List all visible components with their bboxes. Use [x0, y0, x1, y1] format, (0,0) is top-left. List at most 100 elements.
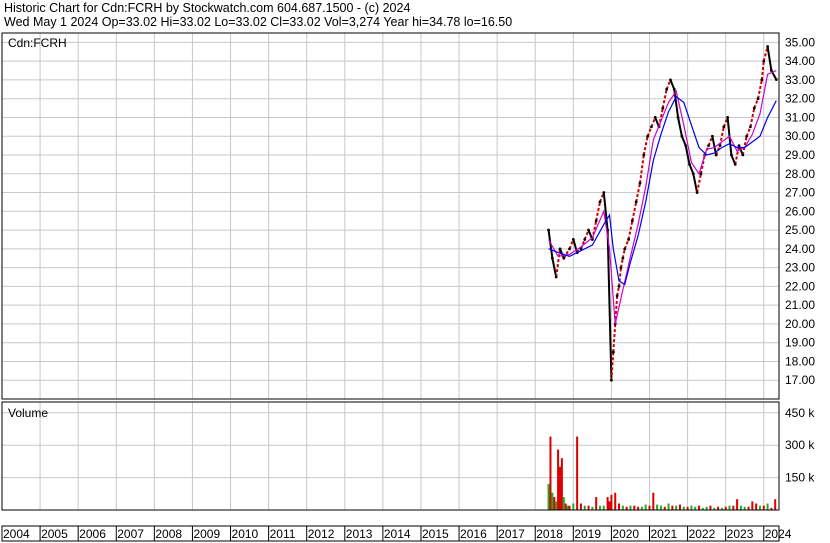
price-point	[571, 238, 575, 241]
volume-bar	[762, 505, 765, 510]
volume-bar	[774, 499, 777, 510]
price-tick-label: 28.00	[785, 167, 815, 181]
price-point	[680, 134, 684, 138]
price-tick-label: 21.00	[785, 298, 815, 312]
volume-axis-ticks: 150 k 300 k 450 k	[785, 406, 815, 485]
price-tick-label: 17.00	[785, 373, 815, 387]
volume-panel-label: Volume	[8, 406, 48, 420]
price-point	[760, 78, 764, 82]
moving-average-long	[548, 95, 777, 286]
volume-bar	[557, 449, 560, 510]
volume-bar	[614, 492, 617, 510]
volume-bar	[606, 497, 609, 510]
price-point	[650, 125, 653, 129]
price-point	[752, 106, 756, 110]
price-point	[610, 378, 613, 382]
volume-tick-label: 150 k	[785, 471, 815, 485]
volume-bar	[551, 492, 554, 510]
price-point	[547, 228, 550, 232]
volume-bars-group	[547, 436, 777, 510]
volume-bar	[667, 503, 670, 510]
price-point	[587, 228, 590, 232]
price-segment	[753, 98, 759, 109]
volume-bar	[549, 436, 552, 510]
price-point	[737, 144, 741, 148]
price-point	[621, 256, 625, 260]
year-tick-label: 2021	[651, 527, 678, 541]
price-tick-label: 22.00	[785, 279, 815, 293]
volume-bar	[595, 497, 598, 510]
year-tick-label: 2009	[193, 527, 220, 541]
volume-bar	[633, 505, 636, 510]
price-point	[749, 125, 752, 129]
volume-bar	[690, 505, 693, 510]
volume-tick-label: 300 k	[785, 438, 815, 452]
volume-bar	[648, 505, 651, 510]
volume-bar	[709, 505, 712, 510]
year-tick-label: 2007	[117, 527, 144, 541]
volume-bar	[678, 504, 681, 510]
price-point	[733, 162, 737, 166]
volume-bar	[553, 497, 556, 510]
volume-bar	[560, 458, 563, 510]
volume-bar	[568, 505, 571, 510]
volume-bar	[758, 505, 761, 510]
volume-bar	[598, 505, 601, 510]
year-tick-label: 2016	[460, 527, 487, 541]
price-point	[568, 247, 571, 251]
price-tick-label: 24.00	[785, 242, 815, 256]
price-tick-label: 19.00	[785, 336, 815, 350]
year-tick-label: 2023	[727, 527, 754, 541]
price-point	[661, 106, 665, 110]
volume-bar	[566, 505, 569, 510]
volume-bar	[572, 503, 575, 510]
volume-bar	[728, 505, 731, 510]
price-segment	[766, 46, 773, 71]
price-segment	[638, 154, 645, 184]
price-point	[594, 219, 598, 223]
price-point	[745, 134, 749, 138]
volume-bar	[656, 504, 659, 510]
price-point	[710, 134, 714, 138]
price-tick-label: 18.00	[785, 354, 815, 368]
price-segment	[677, 117, 683, 137]
price-point	[766, 45, 769, 48]
volume-bar	[558, 466, 561, 510]
price-tick-label: 35.00	[785, 35, 815, 49]
price-point	[623, 247, 627, 251]
volume-bar	[576, 436, 579, 510]
price-point	[598, 200, 602, 204]
price-tick-label: 20.00	[785, 317, 815, 331]
price-point	[769, 69, 773, 72]
year-tick-label: 2022	[689, 527, 716, 541]
volume-bar	[618, 503, 621, 510]
year-tick-label: 2011	[270, 527, 296, 541]
price-point	[714, 153, 718, 157]
price-point	[611, 350, 615, 354]
price-point	[691, 172, 695, 176]
year-tick-label: 2014	[384, 527, 411, 541]
price-segment	[583, 229, 590, 240]
year-tick-label: 2008	[155, 527, 182, 541]
volume-bar	[562, 497, 565, 510]
volume-bar	[751, 501, 754, 510]
price-segment	[665, 79, 672, 90]
price-point	[554, 275, 558, 279]
volume-bar	[644, 504, 647, 510]
year-tick-label: 2015	[422, 527, 449, 541]
volume-bar	[555, 501, 558, 510]
year-tick-label: 2012	[308, 527, 335, 541]
price-point	[583, 238, 587, 241]
price-point	[558, 247, 562, 251]
year-tick-label: 2018	[536, 527, 563, 541]
year-tick-label: 2019	[574, 527, 601, 541]
year-tick-label: 2010	[232, 527, 259, 541]
volume-bar	[671, 505, 674, 510]
volume-bar	[547, 484, 550, 510]
price-point	[672, 87, 676, 91]
volume-bar	[608, 501, 611, 510]
year-axis-ticks: 2004 2005 2006 2007 2008 2009 2010 2011 2012 2013…	[1, 526, 792, 541]
price-point	[638, 181, 642, 185]
volume-bar	[698, 505, 701, 510]
price-point	[615, 294, 619, 298]
